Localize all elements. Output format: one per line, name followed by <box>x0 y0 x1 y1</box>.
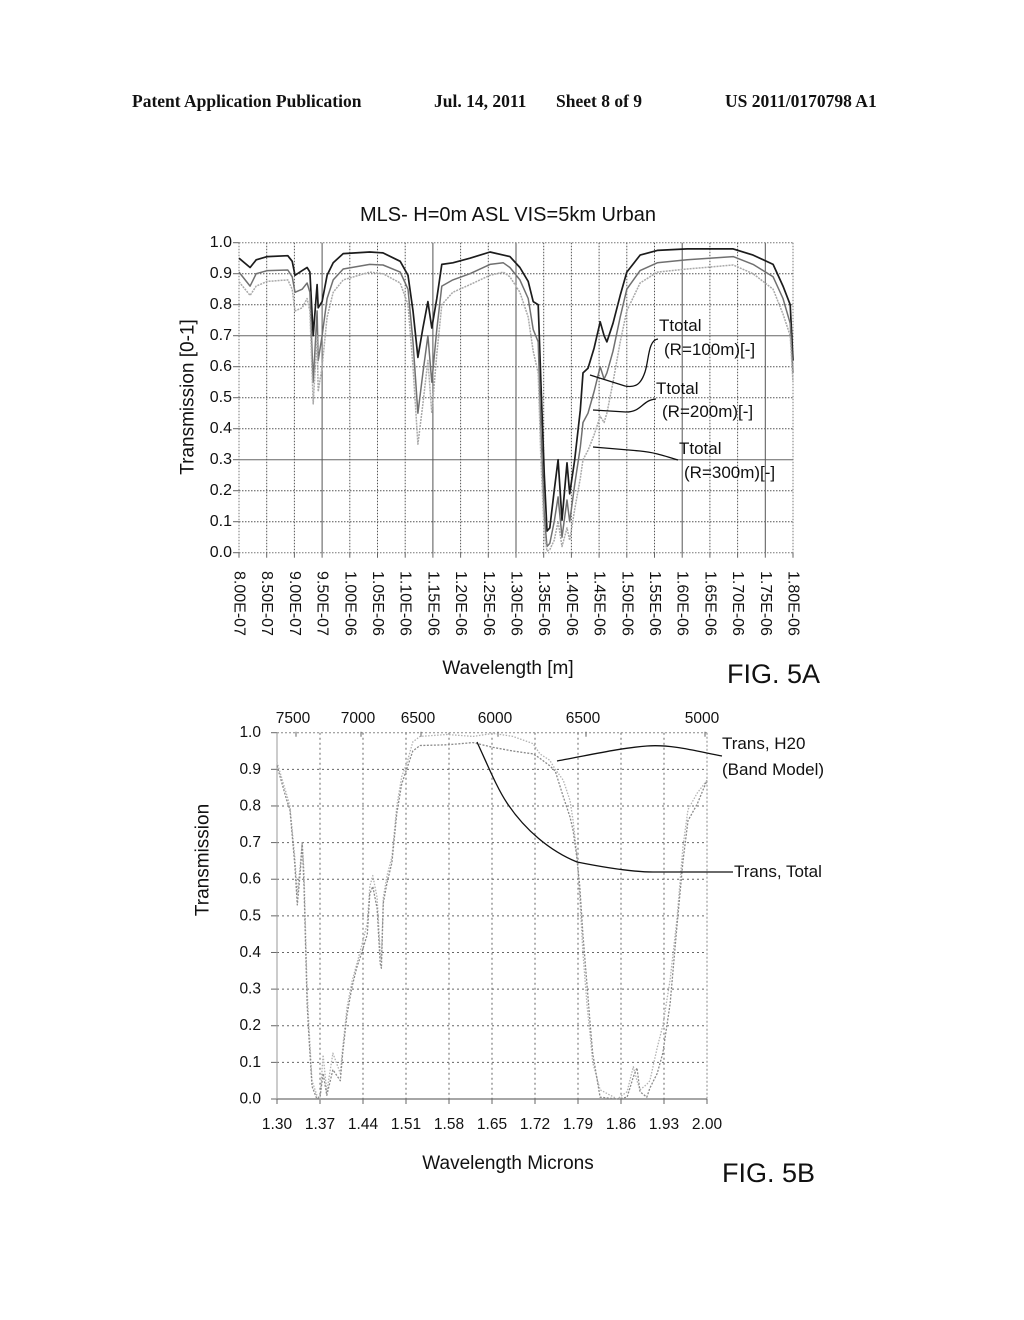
y-tick-label: 0.3 <box>210 451 232 468</box>
callout-label-r200-line1: Ttotal <box>656 379 699 398</box>
x-tick-label: 1.44 <box>348 1116 379 1133</box>
y-tick-label: 0.5 <box>210 389 232 406</box>
top-axis-label: 6000 <box>478 710 513 727</box>
chart-title: MLS- H=0m ASL VIS=5km Urban <box>360 204 656 226</box>
publication-type: Patent Application Publication <box>132 91 362 111</box>
x-tick-label: 1.25E-06 <box>480 571 497 636</box>
x-tick-label: 8.00E-07 <box>231 571 248 636</box>
callout-leader-r300 <box>592 446 679 461</box>
x-tick-label: 9.50E-07 <box>314 571 331 636</box>
x-tick-label: 1.72 <box>520 1116 550 1133</box>
x-tick-label: 1.10E-06 <box>397 571 414 636</box>
top-axis-label: 7500 <box>276 710 311 727</box>
plot-area: 0.0 0.1 0.2 0.3 0.4 0.5 0.6 0.7 0.8 0.9 1.0 1.30 1.3… <box>239 710 722 1133</box>
x-tick-label: 1.86 <box>606 1116 636 1133</box>
y-tick-label: 0.7 <box>239 834 261 851</box>
x-tick-label: 2.00 <box>692 1116 723 1133</box>
top-axis-label: 5000 <box>685 710 720 727</box>
top-axis-label: 7000 <box>341 710 376 727</box>
callout-label-r100-line1: Ttotal <box>659 316 702 335</box>
x-tick-label: 1.30 <box>262 1116 293 1133</box>
x-tick-label: 1.00E-06 <box>341 571 358 636</box>
y-tick-label: 0.8 <box>239 797 261 814</box>
figure-5b: 0.0 0.1 0.2 0.3 0.4 0.5 0.6 0.7 0.8 0.9 1.0 1.30 1.3… <box>193 710 825 1188</box>
x-tick-label: 1.15E-06 <box>424 571 441 636</box>
y-tick-label: 0.3 <box>239 981 261 998</box>
y-tick-label: 0.9 <box>239 761 261 778</box>
y-tick-label: 0.2 <box>239 1017 261 1034</box>
x-axis-title: Wavelength Microns <box>422 1153 593 1174</box>
y-tick-label: 0.4 <box>210 420 232 437</box>
x-tick-label: 1.79 <box>563 1116 593 1133</box>
x-tick-label: 1.75E-06 <box>757 571 774 636</box>
y-tick-label: 0.1 <box>210 513 232 530</box>
figure-5a: MLS- H=0m ASL VIS=5km Urban 0.0 0.1 0.2 0.3… <box>178 204 821 689</box>
y-tick-label: 0.7 <box>210 327 232 344</box>
plot-area: 0.0 0.1 0.2 0.3 0.4 0.5 0.6 0.7 0.8 0.9 1.0 8.00E-0… <box>210 234 802 636</box>
x-tick-label: 1.80E-06 <box>785 571 802 636</box>
callout-leader-r200 <box>592 398 657 413</box>
patent-drawing-sheet: Patent Application Publication Jul. 14, … <box>0 0 1024 1320</box>
x-tick-label: 1.40E-06 <box>563 571 580 636</box>
callout-label-r100-line2: (R=100m)[-] <box>664 340 755 359</box>
y-axis-title: Transmission [0-1] <box>178 319 199 475</box>
callout-label-r300-line1: Ttotal <box>679 439 722 458</box>
y-axis-title: Transmission <box>193 804 214 916</box>
figure-label: FIG. 5A <box>727 659 820 689</box>
x-tick-label: 1.60E-06 <box>674 571 691 636</box>
x-tick-label: 1.30E-06 <box>508 571 525 636</box>
x-tick-label: 1.70E-06 <box>729 571 746 636</box>
top-axis-label: 6500 <box>566 710 601 727</box>
y-tick-label: 1.0 <box>210 234 232 251</box>
x-tick-label: 1.35E-06 <box>535 571 552 636</box>
x-tick-label: 1.58 <box>434 1116 464 1133</box>
callout-leader-h2o <box>556 745 723 762</box>
y-tick-label: 0.9 <box>210 265 232 282</box>
y-tick-label: 0.2 <box>210 482 232 499</box>
patent-number: US 2011/0170798 A1 <box>725 91 877 111</box>
x-axis-title: Wavelength [m] <box>442 658 573 679</box>
y-tick-label: 0.0 <box>239 1091 261 1108</box>
callout-label-total: Trans, Total <box>734 862 822 881</box>
sheet-canvas: Patent Application Publication Jul. 14, … <box>132 91 877 1188</box>
y-tick-label: 0.8 <box>210 296 232 313</box>
publication-date: Jul. 14, 2011 <box>434 91 526 111</box>
x-tick-label: 1.51 <box>391 1116 421 1133</box>
figure-label: FIG. 5B <box>722 1158 815 1188</box>
sheet-number: Sheet 8 of 9 <box>556 91 642 111</box>
x-tick-label: 8.50E-07 <box>258 571 275 636</box>
x-tick-label: 1.93 <box>649 1116 679 1133</box>
callout-label-h2o-line1: Trans, H20 <box>722 734 805 753</box>
top-axis-label: 6500 <box>401 710 436 727</box>
x-tick-label: 1.05E-06 <box>369 571 386 636</box>
x-tick-label: 1.45E-06 <box>591 571 608 636</box>
y-tick-label: 1.0 <box>239 724 261 741</box>
x-tick-label: 1.65 <box>477 1116 507 1133</box>
x-tick-label: 1.55E-06 <box>646 571 663 636</box>
series-line-trans-total <box>276 741 708 1100</box>
callout-leader-r100 <box>589 338 659 388</box>
x-tick-label: 1.65E-06 <box>701 571 718 636</box>
x-tick-label: 9.00E-07 <box>286 571 303 636</box>
y-tick-label: 0.6 <box>210 358 232 375</box>
callout-label-h2o-line2: (Band Model) <box>722 760 824 779</box>
x-tick-label: 1.50E-06 <box>618 571 635 636</box>
page-header: Patent Application Publication Jul. 14, … <box>132 91 877 111</box>
callout-label-r300-line2: (R=300m)[-] <box>684 463 775 482</box>
x-tick-label: 1.20E-06 <box>452 571 469 636</box>
callout-leader-total <box>476 741 733 873</box>
callout-label-r200-line2: (R=200m)[-] <box>662 402 753 421</box>
x-tick-label: 1.37 <box>305 1116 335 1133</box>
y-tick-label: 0.6 <box>239 871 261 888</box>
y-tick-label: 0.0 <box>210 544 232 561</box>
y-tick-label: 0.5 <box>239 907 261 924</box>
y-tick-label: 0.1 <box>239 1054 261 1071</box>
y-tick-label: 0.4 <box>239 944 261 961</box>
